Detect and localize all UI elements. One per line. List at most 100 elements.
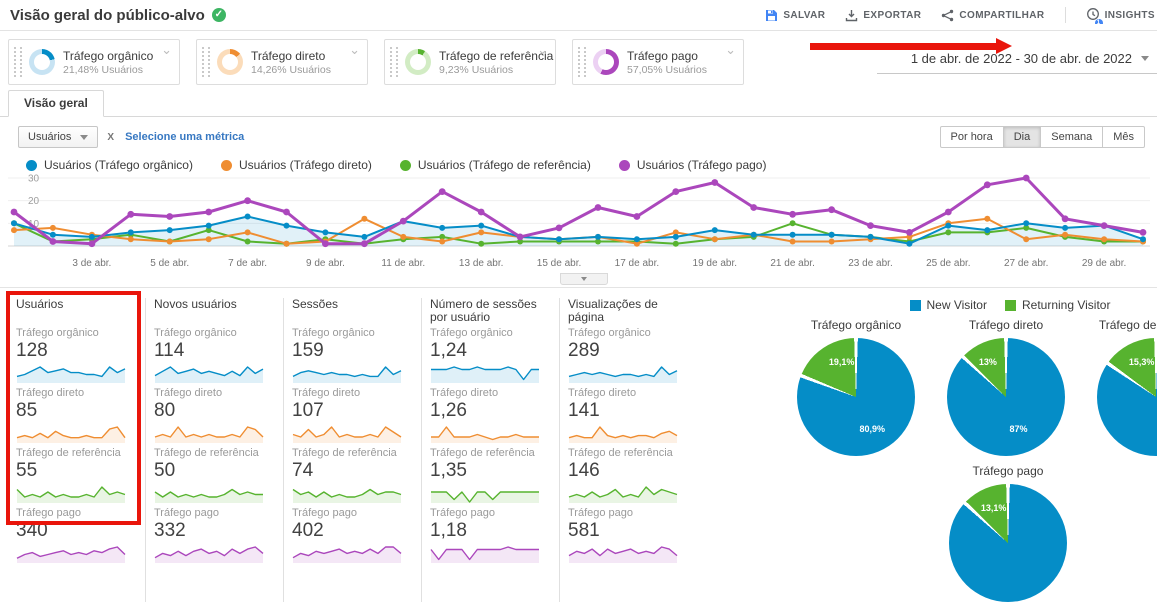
legend-dot-icon bbox=[26, 160, 37, 171]
metric-value: 340 bbox=[16, 520, 141, 542]
metric-column-2: SessõesTráfego orgânico159Tráfego direto… bbox=[283, 298, 421, 602]
metric-columns: UsuáriosTráfego orgânico128Tráfego diret… bbox=[0, 298, 697, 602]
metric-cell: Tráfego de referência74 bbox=[292, 447, 417, 504]
share-button[interactable]: COMPARTILHAR bbox=[941, 9, 1044, 22]
svg-text:3 de abr.: 3 de abr. bbox=[72, 258, 111, 269]
save-icon bbox=[765, 9, 778, 22]
svg-text:13 de abr.: 13 de abr. bbox=[459, 258, 503, 269]
metric-dropdown-value: Usuários bbox=[28, 131, 71, 143]
sparkline-chart bbox=[154, 424, 264, 444]
metric-value: 74 bbox=[292, 460, 417, 482]
granularity-button-dia[interactable]: Dia bbox=[1004, 126, 1042, 148]
segment-card-2[interactable]: Tráfego de referência9,23% Usuários⌄ bbox=[384, 39, 556, 85]
metric-column-title: Sessões bbox=[292, 298, 417, 324]
metric-value: 80 bbox=[154, 400, 279, 422]
metric-channel-label: Tráfego pago bbox=[154, 507, 279, 519]
metric-channel-label: Tráfego orgânico bbox=[154, 327, 279, 339]
metric-cell: Tráfego pago402 bbox=[292, 507, 417, 564]
legend-item-1: Usuários (Tráfego direto) bbox=[221, 158, 372, 172]
metric-channel-label: Tráfego direto bbox=[154, 387, 279, 399]
pie-chart: 15,3%84,7% bbox=[1097, 338, 1157, 456]
pie-legend-label: Returning Visitor bbox=[1022, 298, 1111, 312]
svg-text:11 de abr.: 11 de abr. bbox=[381, 258, 425, 269]
legend-label: Usuários (Tráfego de referência) bbox=[418, 158, 591, 172]
svg-text:27 de abr.: 27 de abr. bbox=[1004, 258, 1048, 269]
sparkline-chart bbox=[154, 364, 264, 384]
metric-value: 128 bbox=[16, 340, 141, 362]
metric-dropdown[interactable]: Usuários bbox=[18, 126, 98, 148]
metric-channel-label: Tráfego direto bbox=[16, 387, 141, 399]
metric-cell: Tráfego pago340 bbox=[16, 507, 141, 564]
metric-cell: Tráfego pago581 bbox=[568, 507, 693, 564]
segment-name: Tráfego orgânico bbox=[63, 49, 153, 64]
metric-channel-label: Tráfego de referência bbox=[292, 447, 417, 459]
metric-channel-label: Tráfego de referência bbox=[154, 447, 279, 459]
chevron-down-icon[interactable]: ⌄ bbox=[725, 42, 736, 58]
metric-value: 141 bbox=[568, 400, 693, 422]
svg-text:20: 20 bbox=[28, 196, 40, 207]
date-range-selector[interactable]: 1 de abr. de 2022 - 30 de abr. de 2022 bbox=[877, 43, 1157, 74]
segment-card-text: Tráfego orgânico21,48% Usuários bbox=[63, 49, 153, 76]
segment-card-1[interactable]: Tráfego direto14,26% Usuários⌄ bbox=[196, 39, 368, 85]
metric-value: 146 bbox=[568, 460, 693, 482]
pie-title: Tráfego de referência bbox=[1081, 318, 1157, 332]
metric-column-1: Novos usuáriosTráfego orgânico114Tráfego… bbox=[145, 298, 283, 602]
legend-dot-icon bbox=[619, 160, 630, 171]
topbar-actions: SALVAR EXPORTAR COMPARTILHAR 1 INSIGHTS bbox=[765, 7, 1157, 24]
metric-cell: Tráfego orgânico1,24 bbox=[430, 327, 555, 384]
metric-cell: Tráfego direto80 bbox=[154, 387, 279, 444]
page-title: Visão geral do público-alvo bbox=[10, 7, 205, 24]
segment-percent: 9,23% Usuários bbox=[439, 64, 553, 76]
granularity-button-group: Por horaDiaSemanaMês bbox=[940, 126, 1145, 148]
pie-returning-percent: 13,1% bbox=[981, 503, 1007, 513]
metric-value: 159 bbox=[292, 340, 417, 362]
segment-name: Tráfego pago bbox=[627, 49, 707, 64]
export-label: EXPORTAR bbox=[863, 10, 921, 21]
sparkline-chart bbox=[568, 364, 678, 384]
segment-card-3[interactable]: Tráfego pago57,05% Usuários⌄ bbox=[572, 39, 744, 85]
chevron-down-icon[interactable]: ⌄ bbox=[537, 42, 548, 58]
svg-text:17 de abr.: 17 de abr. bbox=[615, 258, 659, 269]
chevron-down-icon bbox=[80, 135, 88, 140]
tab-overview[interactable]: Visão geral bbox=[8, 90, 104, 117]
svg-text:15 de abr.: 15 de abr. bbox=[537, 258, 581, 269]
metric-column-4: Visualizações de páginaTráfego orgânico2… bbox=[559, 298, 697, 602]
svg-text:30: 30 bbox=[28, 174, 40, 185]
granularity-button-por-hora[interactable]: Por hora bbox=[940, 126, 1004, 148]
users-timeseries-chart[interactable]: 1020303 de abr.5 de abr.7 de abr.9 de ab… bbox=[0, 172, 1157, 274]
metric-channel-label: Tráfego pago bbox=[292, 507, 417, 519]
pie-legend-label: New Visitor bbox=[927, 298, 987, 312]
legend-item-3: Usuários (Tráfego pago) bbox=[619, 158, 767, 172]
metric-channel-label: Tráfego de referência bbox=[430, 447, 555, 459]
chevron-down-icon[interactable]: ⌄ bbox=[349, 42, 360, 58]
share-icon bbox=[941, 9, 954, 22]
chart-legend: Usuários (Tráfego orgânico) Usuários (Trá… bbox=[0, 151, 1157, 172]
metric-value: 1,24 bbox=[430, 340, 555, 362]
legend-label: Usuários (Tráfego orgânico) bbox=[44, 158, 193, 172]
legend-label: Usuários (Tráfego direto) bbox=[239, 158, 372, 172]
svg-text:9 de abr.: 9 de abr. bbox=[306, 258, 345, 269]
tab-bar: Visão geral bbox=[0, 91, 1157, 117]
select-metric-link[interactable]: Selecione uma métrica bbox=[125, 131, 244, 143]
svg-text:23 de abr.: 23 de abr. bbox=[848, 258, 892, 269]
pie-legend-item-1: Returning Visitor bbox=[1005, 298, 1111, 312]
legend-label: Usuários (Tráfego pago) bbox=[637, 158, 767, 172]
chevron-down-icon[interactable]: ⌄ bbox=[161, 42, 172, 58]
granularity-button-mês[interactable]: Mês bbox=[1103, 126, 1145, 148]
insights-button[interactable]: 1 INSIGHTS bbox=[1086, 7, 1155, 24]
metric-channel-label: Tráfego de referência bbox=[568, 447, 693, 459]
pies-row-1: Tráfego orgânico19,1%80,9%Tráfego direto… bbox=[745, 318, 1157, 456]
insights-icon: 1 bbox=[1086, 7, 1100, 24]
legend-square-icon bbox=[1005, 300, 1016, 311]
pie-title: Tráfego pago bbox=[933, 464, 1083, 478]
chart-footer bbox=[0, 274, 1157, 288]
granularity-button-semana[interactable]: Semana bbox=[1041, 126, 1103, 148]
segment-card-0[interactable]: Tráfego orgânico21,48% Usuários ⌄ bbox=[8, 39, 180, 85]
verified-check-icon: ✓ bbox=[212, 8, 226, 22]
metric-cell: Tráfego orgânico159 bbox=[292, 327, 417, 384]
metric-cell: Tráfego de referência146 bbox=[568, 447, 693, 504]
export-button[interactable]: EXPORTAR bbox=[845, 9, 921, 22]
annotations-toggle[interactable] bbox=[560, 273, 608, 285]
save-button[interactable]: SALVAR bbox=[765, 9, 825, 22]
metric-cell: Tráfego pago332 bbox=[154, 507, 279, 564]
